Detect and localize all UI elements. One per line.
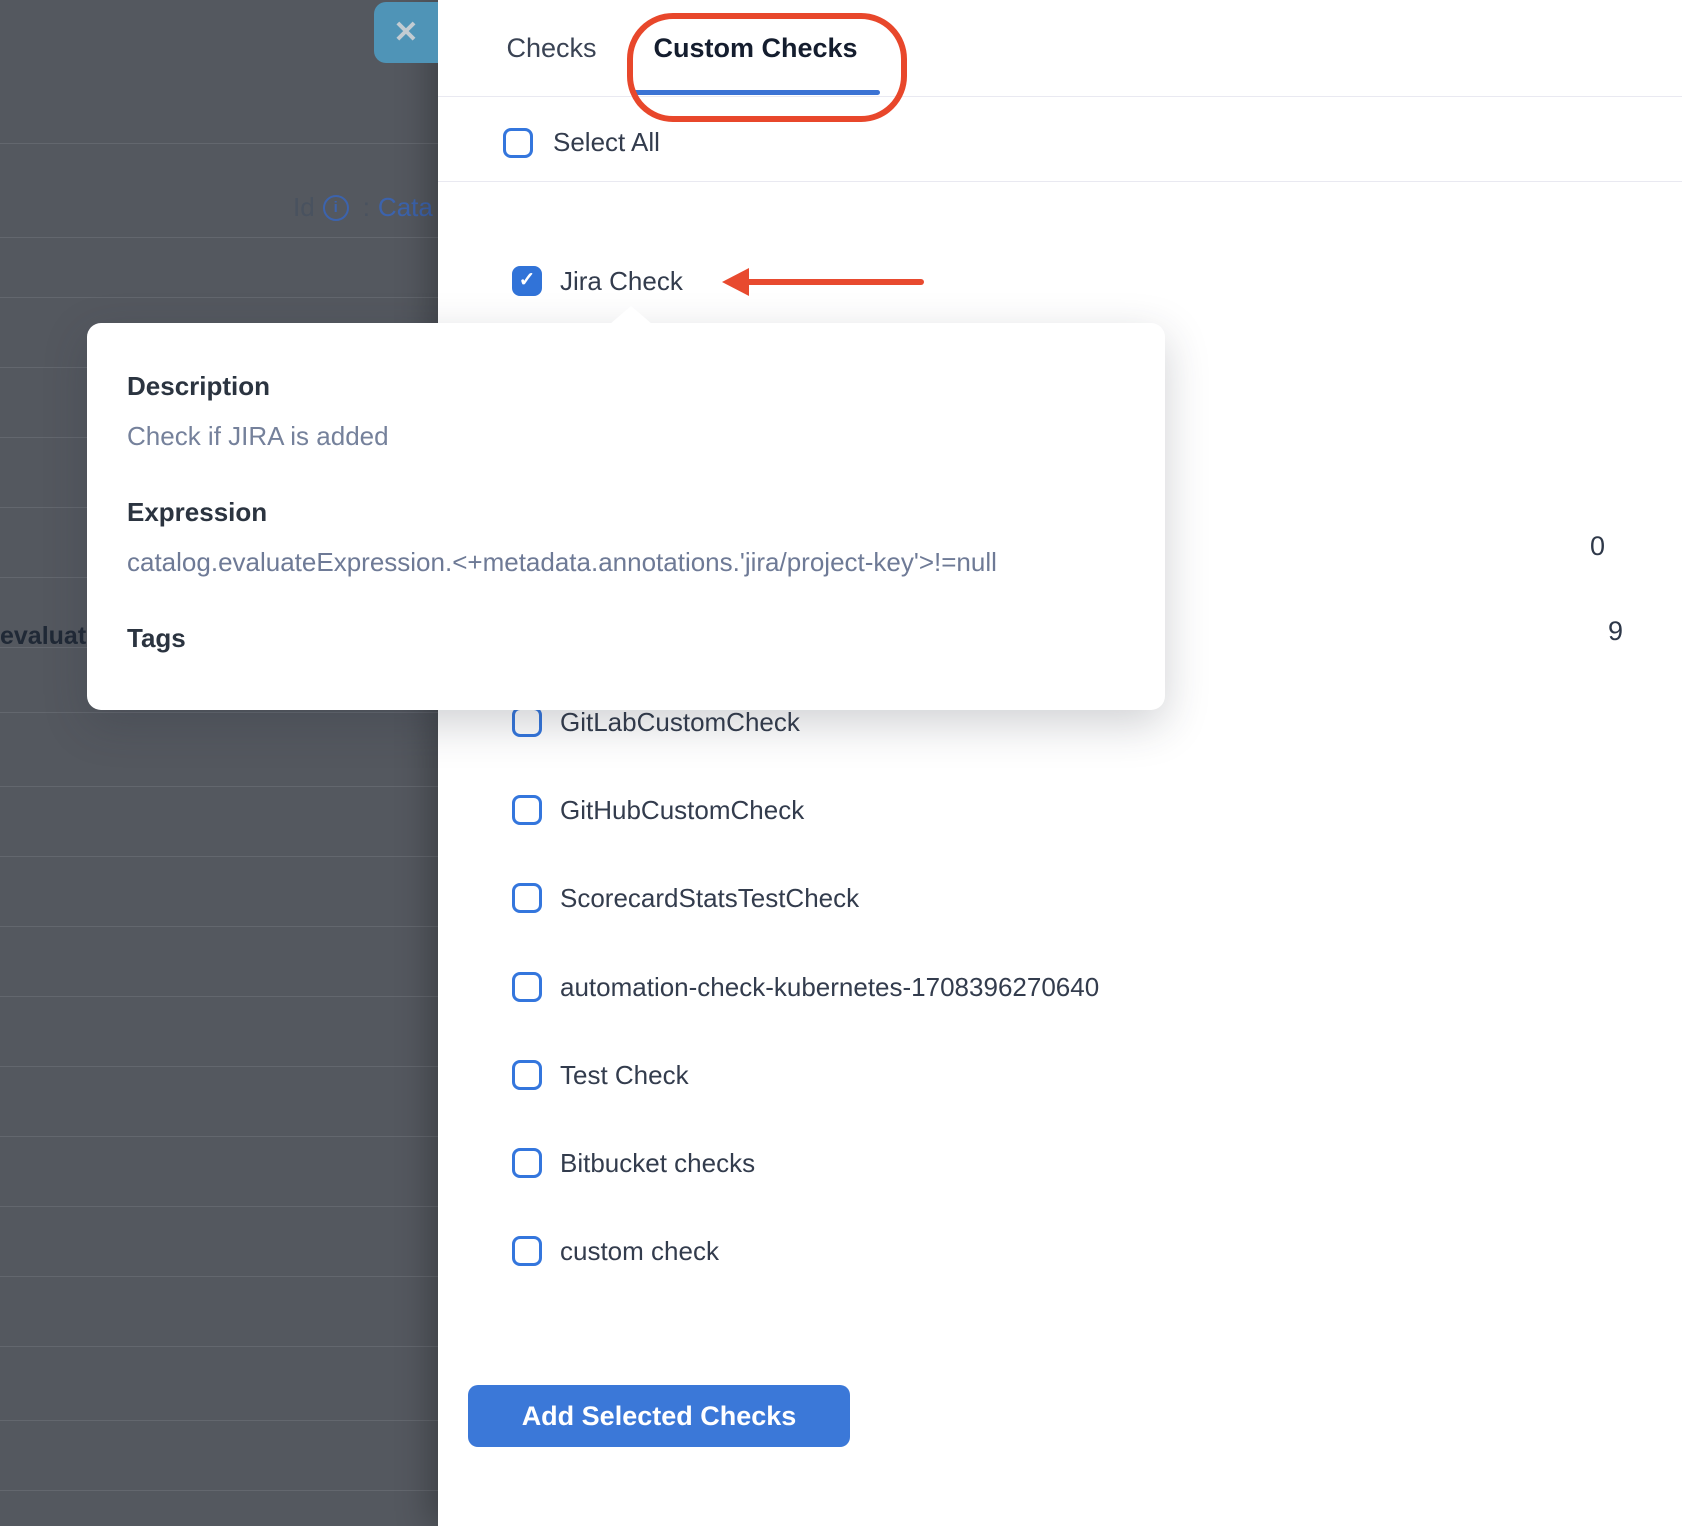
background-row-text-fragment: evaluat: [0, 622, 86, 651]
tooltip-expression-value: catalog.evaluateExpression.<+metadata.an…: [127, 545, 1125, 579]
occluded-check-label-fragment: 9: [1608, 616, 1623, 647]
tab-custom-checks[interactable]: Custom Checks: [631, 0, 880, 96]
id-column-label: Id: [293, 192, 315, 223]
check-item-label: automation-check-kubernetes-170839627064…: [560, 972, 1099, 1003]
background-table-header-fragment: Id i : Cata: [293, 192, 433, 223]
check-item-checkbox[interactable]: ✓: [512, 972, 542, 1002]
select-all-control[interactable]: ✓ Select All: [503, 127, 660, 158]
check-list-item[interactable]: ✓ custom check: [512, 1236, 719, 1266]
tooltip-description-value: Check if JIRA is added: [127, 419, 1125, 453]
check-list-item[interactable]: ✓ automation-check-kubernetes-1708396270…: [512, 972, 1099, 1002]
occluded-check-label-fragment: 0: [1590, 531, 1605, 562]
check-item-checkbox[interactable]: ✓: [512, 707, 542, 737]
active-tab-indicator: [631, 90, 880, 95]
checks-drawer: Checks Custom Checks ✓ Select All ✓ Jira…: [438, 0, 1682, 1526]
select-all-label: Select All: [553, 127, 660, 158]
check-item-checkbox[interactable]: ✓: [512, 1148, 542, 1178]
check-list-item[interactable]: ✓ ScorecardStatsTestCheck: [512, 883, 859, 913]
modal-backdrop: Id i : Cata evaluat: [0, 0, 440, 1526]
checkmark-icon: ✓: [519, 270, 536, 290]
check-list-item[interactable]: ✓ GitHubCustomCheck: [512, 795, 804, 825]
check-item-checkbox[interactable]: ✓: [512, 266, 542, 296]
tooltip-tags-heading: Tags: [127, 621, 1125, 655]
catalog-value-fragment: Cata: [378, 192, 433, 223]
tab-checks[interactable]: Checks: [503, 0, 600, 96]
check-item-checkbox[interactable]: ✓: [512, 795, 542, 825]
check-item-label: Jira Check: [560, 266, 683, 297]
check-item-label: ScorecardStatsTestCheck: [560, 883, 859, 914]
check-item-label: GitLabCustomCheck: [560, 707, 800, 738]
check-list-item[interactable]: ✓ Bitbucket checks: [512, 1148, 755, 1178]
add-selected-checks-button[interactable]: Add Selected Checks: [468, 1385, 850, 1447]
check-item-label: Test Check: [560, 1060, 689, 1091]
tab-bar: Checks Custom Checks: [438, 0, 1682, 97]
header-colon: :: [363, 192, 370, 223]
check-list-item[interactable]: ✓ GitLabCustomCheck: [512, 707, 800, 737]
check-item-label: GitHubCustomCheck: [560, 795, 804, 826]
tooltip-caret: [610, 306, 652, 324]
select-all-checkbox[interactable]: ✓: [503, 128, 533, 158]
close-drawer-button[interactable]: ✕: [374, 2, 438, 63]
select-all-row: ✓ Select All: [438, 97, 1682, 182]
close-icon: ✕: [393, 18, 418, 48]
check-list-item[interactable]: ✓ Test Check: [512, 1060, 689, 1090]
check-item-checkbox[interactable]: ✓: [512, 1236, 542, 1266]
check-item-checkbox[interactable]: ✓: [512, 1060, 542, 1090]
check-list-item[interactable]: ✓ Jira Check: [512, 266, 683, 296]
tooltip-expression-heading: Expression: [127, 495, 1125, 529]
tooltip-description-heading: Description: [127, 369, 1125, 403]
select-all-divider: [438, 181, 1682, 182]
jira-check-tooltip: Description Check if JIRA is added Expre…: [87, 323, 1165, 710]
check-item-label: Bitbucket checks: [560, 1148, 755, 1179]
check-item-label: custom check: [560, 1236, 719, 1267]
info-icon: i: [323, 195, 349, 221]
check-item-checkbox[interactable]: ✓: [512, 883, 542, 913]
